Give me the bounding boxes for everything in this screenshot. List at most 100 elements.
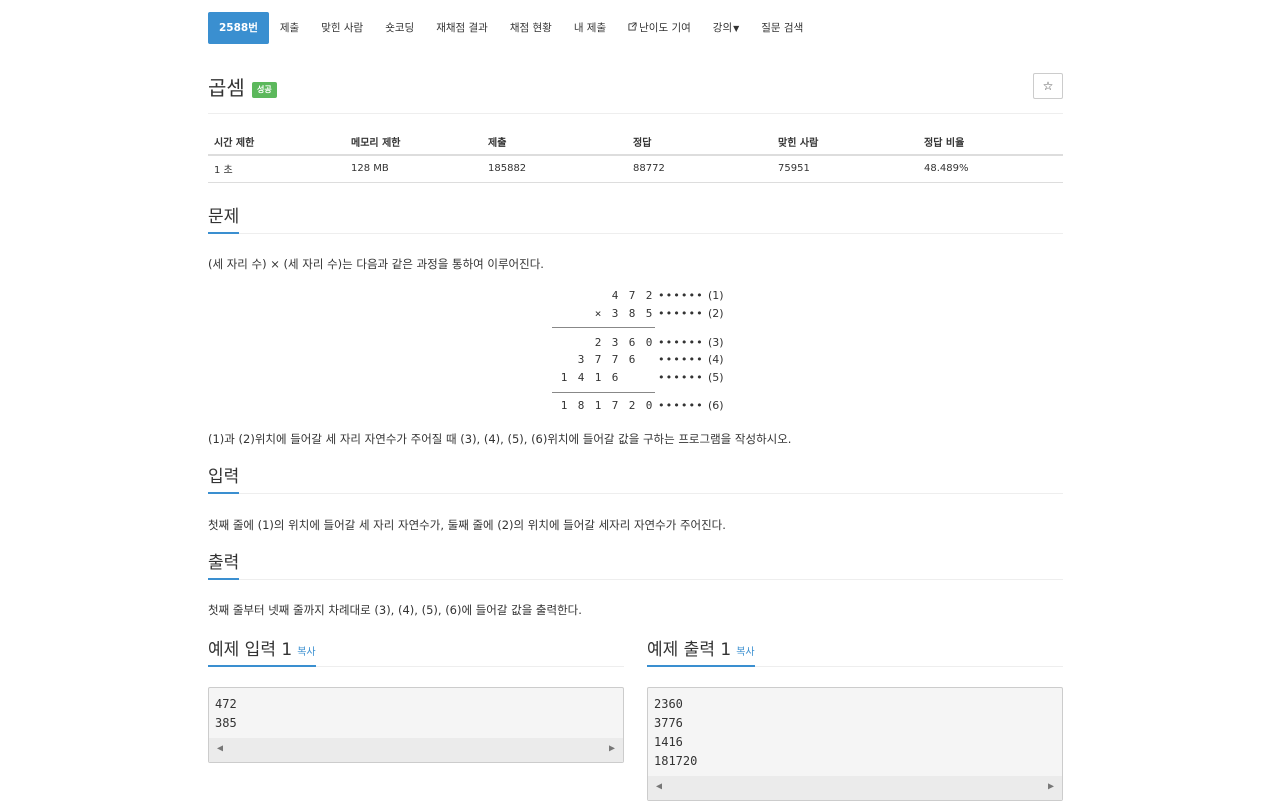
- cell-solved-users: 75951: [772, 155, 918, 183]
- header-time-limit: 시간 제한: [208, 128, 345, 156]
- sample-output-heading: 예제 출력 1: [647, 640, 732, 660]
- scroll-right-icon[interactable]: ▶: [1048, 781, 1054, 792]
- multiplication-figure: 4 7 2 •••••• (1) 3 8 5 × •••••• (2) 2 3 6 0 •••••• (3) 3 7…: [552, 285, 732, 415]
- sample-input-heading: 예제 입력 1: [208, 640, 293, 660]
- sample-input-line: 385: [215, 716, 237, 730]
- tab-question-search[interactable]: 질문 검색: [750, 12, 814, 44]
- section-output-header: 출력: [208, 552, 1063, 580]
- output-description: 첫째 줄부터 넷째 줄까지 차례대로 (3), (4), (5), (6)에 들…: [208, 603, 582, 617]
- figure-digit: 6: [628, 336, 636, 349]
- problem-info-table: 시간 제한 메모리 제한 제출 정답 맞힌 사람 정답 비율 1 초 128 M…: [208, 128, 1063, 183]
- figure-digit: 2: [594, 336, 602, 349]
- sample-input-box[interactable]: 472 385 ◀ ▶: [208, 687, 624, 763]
- scroll-right-icon[interactable]: ▶: [609, 743, 615, 754]
- title-row: 곱셈 성공 ☆: [208, 72, 1063, 102]
- figure-label: (5): [708, 371, 724, 384]
- sample-input-title: 예제 입력 1 복사: [208, 639, 316, 667]
- header-accept-ratio: 정답 비율: [918, 128, 1063, 156]
- favorite-button[interactable]: ☆: [1033, 73, 1063, 99]
- section-description-header: 문제: [208, 206, 1063, 234]
- tab-lectures-label: 강의: [712, 22, 733, 34]
- sample-output-header: 예제 출력 1 복사: [647, 639, 1063, 667]
- header-submissions: 제출: [482, 128, 627, 156]
- title-divider: [208, 113, 1063, 114]
- figure-digit: 0: [645, 399, 653, 412]
- sample-input-line: 472: [215, 697, 237, 711]
- section-input-title: 입력: [208, 466, 240, 494]
- figure-dots: ••••••: [658, 289, 704, 302]
- figure-digit: 3: [611, 307, 619, 320]
- figure-row: 3 8 5 × •••••• (2): [552, 307, 732, 325]
- sample-output-line: 2360: [654, 697, 683, 711]
- figure-dots: ••••••: [658, 336, 704, 349]
- scroll-left-icon[interactable]: ◀: [656, 781, 662, 792]
- tab-short-coding[interactable]: 숏코딩: [374, 12, 425, 44]
- star-icon: ☆: [1042, 79, 1054, 93]
- header-accepted: 정답: [627, 128, 772, 156]
- figure-digit: 7: [611, 353, 619, 366]
- tab-solved-users[interactable]: 맞힌 사람: [310, 12, 374, 44]
- tab-difficulty-label: 난이도 기여: [639, 22, 691, 34]
- figure-digit: 6: [628, 353, 636, 366]
- figure-rule: [552, 327, 655, 328]
- sample-output-line: 1416: [654, 735, 683, 749]
- figure-digit: 1: [594, 399, 602, 412]
- sample-output-line: 3776: [654, 716, 683, 730]
- figure-digit: 7: [594, 353, 602, 366]
- figure-digit: 3: [611, 336, 619, 349]
- figure-digit: 2: [628, 399, 636, 412]
- section-description-title: 문제: [208, 206, 240, 234]
- copy-sample-output-link[interactable]: 복사: [736, 647, 754, 658]
- tab-judge-status[interactable]: 채점 현황: [499, 12, 563, 44]
- figure-digit: 0: [645, 336, 653, 349]
- figure-digit: 5: [645, 307, 653, 320]
- tab-lectures-dropdown[interactable]: 강의▼: [702, 12, 750, 44]
- tab-rejudge-results[interactable]: 재채점 결과: [425, 12, 499, 44]
- figure-label: (3): [708, 336, 724, 349]
- figure-dots: ••••••: [658, 307, 704, 320]
- multiply-sign: ×: [594, 307, 602, 320]
- caret-down-icon: ▼: [733, 24, 740, 33]
- tab-problem-number[interactable]: 2588번: [208, 12, 269, 44]
- horizontal-scrollbar[interactable]: ◀ ▶: [209, 738, 623, 762]
- figure-row: 4 7 2 •••••• (1): [552, 289, 732, 307]
- scroll-left-icon[interactable]: ◀: [217, 743, 223, 754]
- problem-nav: 2588번 제출 맞힌 사람 숏코딩 재채점 결과 채점 현황 내 제출 난이도…: [208, 12, 814, 44]
- figure-row: 3 7 7 6 •••••• (4): [552, 353, 732, 371]
- cell-accept-ratio: 48.489%: [918, 155, 1063, 183]
- table-row: 1 초 128 MB 185882 88772 75951 48.489%: [208, 155, 1063, 183]
- figure-row: 2 3 6 0 •••••• (3): [552, 336, 732, 354]
- figure-dots: ••••••: [658, 399, 704, 412]
- figure-digit: 7: [628, 289, 636, 302]
- cell-accepted: 88772: [627, 155, 772, 183]
- tab-difficulty-contribution[interactable]: 난이도 기여: [617, 12, 702, 44]
- figure-digit: 4: [577, 371, 585, 384]
- figure-digit: 6: [611, 371, 619, 384]
- tab-submit[interactable]: 제출: [269, 12, 310, 44]
- figure-label: (2): [708, 307, 724, 320]
- figure-digit: 7: [611, 399, 619, 412]
- figure-digit: 2: [645, 289, 653, 302]
- description-question: (1)과 (2)위치에 들어갈 세 자리 자연수가 주어질 때 (3), (4)…: [208, 432, 792, 446]
- figure-dots: ••••••: [658, 371, 704, 384]
- section-output-title: 출력: [208, 552, 240, 580]
- figure-digit: 1: [560, 399, 568, 412]
- sample-output-box[interactable]: 2360 3776 1416 181720 ◀ ▶: [647, 687, 1063, 801]
- figure-label: (4): [708, 353, 724, 366]
- figure-dots: ••••••: [658, 353, 704, 366]
- figure-row: 1 8 1 7 2 0 •••••• (6): [552, 399, 732, 417]
- tab-my-submissions[interactable]: 내 제출: [563, 12, 617, 44]
- cell-time-limit: 1 초: [208, 155, 345, 183]
- input-description: 첫째 줄에 (1)의 위치에 들어갈 세 자리 자연수가, 둘째 줄에 (2)의…: [208, 518, 726, 532]
- copy-sample-input-link[interactable]: 복사: [297, 647, 315, 658]
- table-header-row: 시간 제한 메모리 제한 제출 정답 맞힌 사람 정답 비율: [208, 128, 1063, 156]
- horizontal-scrollbar[interactable]: ◀ ▶: [648, 776, 1062, 800]
- sample-input-header: 예제 입력 1 복사: [208, 639, 624, 667]
- figure-row: 1 4 1 6 •••••• (5): [552, 371, 732, 389]
- figure-digit: 3: [577, 353, 585, 366]
- header-solved-users: 맞힌 사람: [772, 128, 918, 156]
- cell-memory-limit: 128 MB: [345, 155, 482, 183]
- cell-submissions: 185882: [482, 155, 627, 183]
- figure-digit: 4: [611, 289, 619, 302]
- sample-output-title: 예제 출력 1 복사: [647, 639, 755, 667]
